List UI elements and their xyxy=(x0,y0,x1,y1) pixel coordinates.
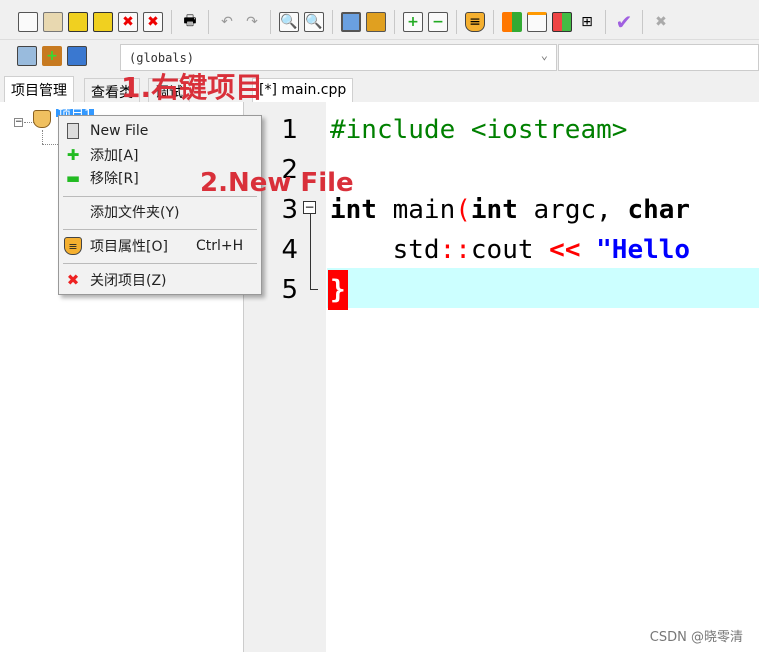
replace-icon[interactable]: 🔍 xyxy=(304,12,324,32)
remove-icon: ▬ xyxy=(65,169,81,187)
find-icon[interactable]: 🔍 xyxy=(279,12,299,32)
project-options-icon[interactable]: ≡ xyxy=(465,12,485,32)
open-icon[interactable] xyxy=(43,12,63,32)
add-to-project-icon[interactable]: + xyxy=(403,12,423,32)
compile-icon[interactable] xyxy=(502,12,522,32)
project-properties-icon: ≡ xyxy=(64,237,82,255)
code-line-1: #include <iostream> xyxy=(330,115,628,145)
tab-main-cpp[interactable]: [*] main.cpp xyxy=(252,78,354,102)
print-icon[interactable]: 🖶 xyxy=(180,12,200,32)
chevron-down-icon[interactable]: ⌄ xyxy=(541,48,548,62)
window-icon[interactable] xyxy=(527,12,547,32)
watermark: CSDN @晓零清 xyxy=(649,630,743,645)
add-icon: ✚ xyxy=(66,146,80,164)
line-number: 1 xyxy=(281,115,298,145)
check-icon[interactable]: ✔ xyxy=(614,10,634,34)
stop-icon[interactable]: ✖ xyxy=(651,12,671,32)
project-icon xyxy=(33,110,51,128)
menu-item-add[interactable]: ✚ 添加[A] xyxy=(59,144,261,166)
main-toolbar: ✖ ✖ 🖶 ↶ ↷ 🔍 🔍 + − ≡ ⊞ ✔ ✖ xyxy=(18,10,671,34)
toggle-view-icon[interactable] xyxy=(341,12,361,32)
goto-icon[interactable] xyxy=(366,12,386,32)
menu-item-add-folder[interactable]: 添加文件夹(Y) xyxy=(59,201,261,223)
close-icon[interactable]: ✖ xyxy=(118,12,138,32)
code-line-3: int main(int argc, char xyxy=(330,195,691,225)
project-toolbar: + xyxy=(17,46,87,66)
tab-project[interactable]: 项目管理 xyxy=(4,76,74,102)
current-line-highlight xyxy=(327,268,759,308)
fold-icon[interactable]: − xyxy=(303,201,316,214)
line-number: 5 xyxy=(281,275,298,305)
menu-item-close-project[interactable]: ✖ 关闭项目(Z) xyxy=(59,269,261,291)
save-icon[interactable] xyxy=(68,12,88,32)
collapse-icon[interactable]: − xyxy=(14,118,23,127)
close-project-icon: ✖ xyxy=(66,271,80,289)
book-icon[interactable] xyxy=(67,46,87,66)
save-all-icon[interactable] xyxy=(93,12,113,32)
grid-icon[interactable]: ⊞ xyxy=(577,12,597,32)
annotation-step2: 2.New File xyxy=(200,168,354,198)
new-icon[interactable] xyxy=(18,12,38,32)
menu-item-new-file[interactable]: New File xyxy=(59,120,261,142)
context-menu: New File ✚ 添加[A] ▬ 移除[R] 添加文件夹(Y) ≡ 项目属性[O]… xyxy=(58,115,262,295)
run-icon[interactable] xyxy=(552,12,572,32)
menu-item-project-properties[interactable]: ≡ 项目属性[O] Ctrl+H xyxy=(59,235,261,257)
undo-icon[interactable]: ↶ xyxy=(217,12,237,32)
function-combo[interactable] xyxy=(558,44,759,71)
remove-from-project-icon[interactable]: − xyxy=(428,12,448,32)
code-line-5: } xyxy=(328,270,348,310)
new-file-icon xyxy=(64,122,82,140)
code-line-4: std::cout << "Hello xyxy=(330,235,691,265)
line-number: 4 xyxy=(281,235,298,265)
annotation-step1: 1.右键项目 xyxy=(121,71,264,104)
new-project-icon[interactable] xyxy=(17,46,37,66)
close-all-icon[interactable]: ✖ xyxy=(143,12,163,32)
add-file-icon[interactable]: + xyxy=(42,46,62,66)
redo-icon[interactable]: ↷ xyxy=(242,12,262,32)
